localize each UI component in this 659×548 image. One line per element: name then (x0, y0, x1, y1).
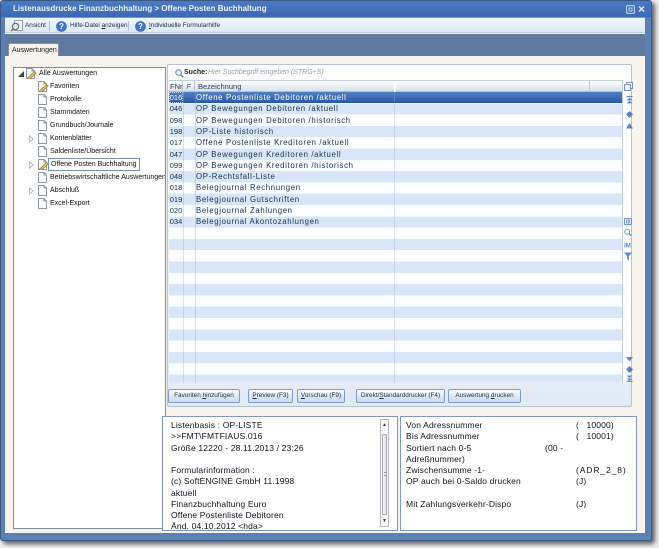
svg-text:IM: IM (624, 243, 631, 250)
svg-text:?: ? (59, 22, 64, 31)
svg-text:?: ? (138, 22, 143, 31)
